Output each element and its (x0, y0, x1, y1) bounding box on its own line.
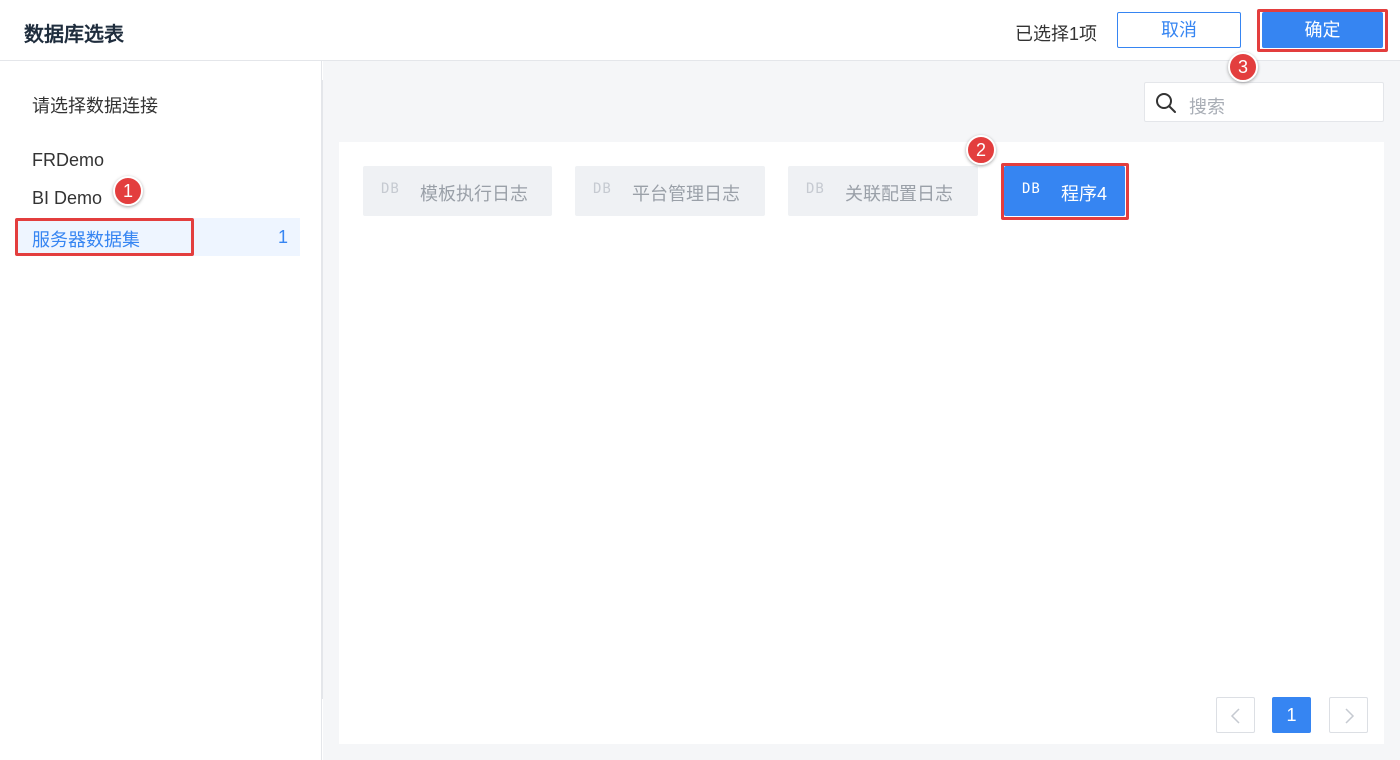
step-badge-2: 2 (966, 135, 996, 165)
table-item-platform-log[interactable]: DB 平台管理日志 (575, 166, 765, 216)
connection-prompt: 请选择数据连接 (32, 96, 158, 116)
table-item-label: 平台管理日志 (632, 184, 740, 204)
chevron-right-icon (1345, 708, 1355, 724)
step-badge-3: 3 (1228, 52, 1258, 82)
connection-item-frdemo[interactable]: FRDemo (32, 150, 104, 171)
table-item-program4[interactable]: DB 程序4 (1004, 166, 1125, 216)
search-icon (1156, 93, 1176, 113)
connection-item-server-dataset[interactable]: 服务器数据集 1 (16, 218, 300, 256)
page-title: 数据库选表 (24, 24, 124, 46)
dialog-header: 数据库选表 已选择1项 取消 确定 (0, 0, 1400, 61)
pagination-next-button[interactable] (1329, 697, 1368, 733)
table-item-label: 模板执行日志 (420, 184, 528, 204)
db-icon: DB (381, 181, 400, 197)
selected-count-text: 已选择1项 (1015, 24, 1098, 44)
chevron-left-icon (1230, 708, 1240, 724)
connection-item-count: 1 (277, 227, 288, 247)
connection-item-label: 服务器数据集 (32, 230, 140, 250)
connection-sidebar: 请选择数据连接 FRDemo BI Demo 服务器数据集 1 (0, 61, 322, 760)
table-item-relation-log[interactable]: DB 关联配置日志 (788, 166, 978, 216)
cancel-button[interactable]: 取消 (1117, 12, 1241, 48)
db-icon: DB (593, 181, 612, 197)
pagination-page-1[interactable]: 1 (1272, 697, 1311, 733)
sidebar-divider (322, 80, 323, 699)
pagination-prev-button[interactable] (1216, 697, 1255, 733)
table-panel: 搜索 DB 模板执行日志 DB 平台管理日志 DB 关联配置日志 DB 程序4 … (323, 61, 1400, 760)
db-icon: DB (1022, 181, 1041, 197)
table-item-label: 程序4 (1061, 184, 1108, 204)
table-item-template-log[interactable]: DB 模板执行日志 (363, 166, 552, 216)
confirm-button[interactable]: 确定 (1262, 12, 1383, 48)
step-badge-1: 1 (113, 176, 143, 206)
db-icon: DB (806, 181, 825, 197)
table-list: DB 模板执行日志 DB 平台管理日志 DB 关联配置日志 DB 程序4 1 (339, 142, 1384, 744)
search-box[interactable]: 搜索 (1144, 82, 1384, 122)
connection-item-bidemo[interactable]: BI Demo (32, 188, 102, 209)
table-item-label: 关联配置日志 (845, 184, 953, 204)
search-input[interactable]: 搜索 (1189, 93, 1225, 119)
